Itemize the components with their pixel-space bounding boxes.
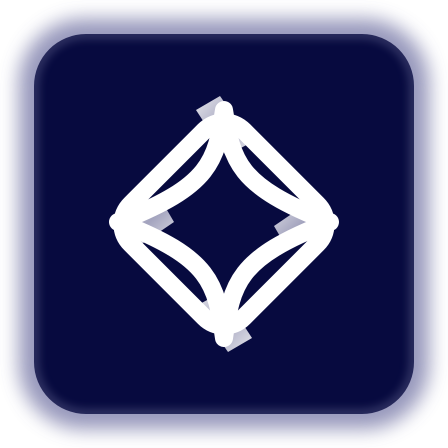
icon-tile bbox=[34, 34, 414, 414]
app-icon-canvas bbox=[0, 0, 448, 448]
app-icon[interactable] bbox=[0, 0, 448, 448]
